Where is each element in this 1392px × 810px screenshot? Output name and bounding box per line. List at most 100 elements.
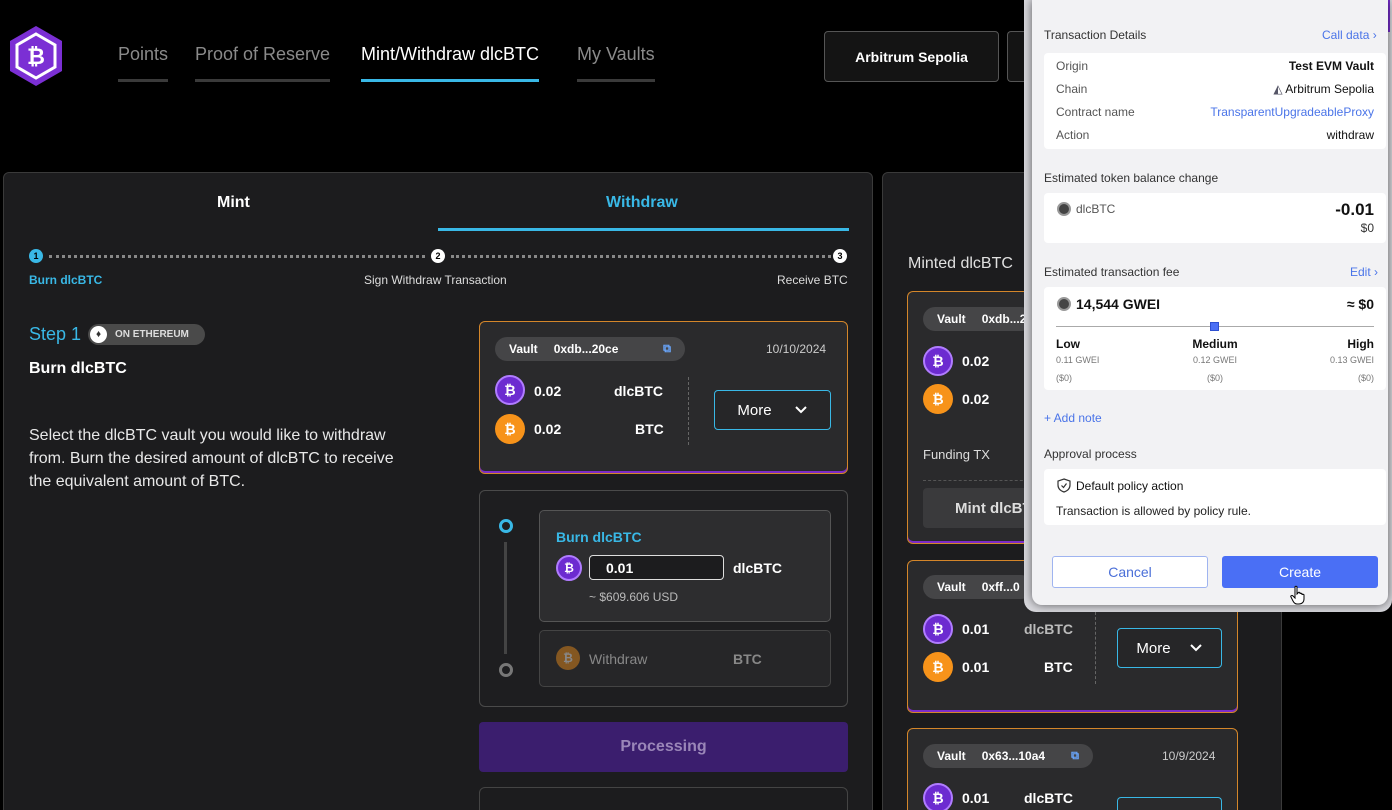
- step-connector: [49, 255, 425, 258]
- chevron-right-icon: ›: [1372, 28, 1377, 42]
- fee-low-usd: ($0): [1056, 373, 1073, 383]
- bitcoin-icon: ₿: [495, 414, 525, 444]
- dlcbtc-coin-icon: [1057, 202, 1071, 216]
- details-title: Transaction Details: [1044, 28, 1147, 42]
- step-3-dot: 3: [833, 249, 847, 263]
- nav-my-vaults[interactable]: My Vaults: [577, 44, 655, 82]
- balance-title: Estimated token balance change: [1044, 171, 1219, 185]
- vault-id-pill: Vault 0x63...10a4 ⧉: [923, 744, 1093, 768]
- detail-label: Action: [1056, 128, 1090, 142]
- tab-withdraw-underline: [438, 228, 849, 231]
- chevron-down-icon: [794, 406, 807, 414]
- gas-icon: [1057, 297, 1071, 311]
- dlcbtc-coin-icon: ₿: [923, 783, 953, 810]
- balance-amount: -0.01: [1335, 200, 1374, 219]
- vault-date: 10/9/2024: [1162, 749, 1216, 763]
- create-button[interactable]: Create: [1222, 556, 1378, 588]
- vault-btc-token: BTC: [635, 421, 664, 437]
- shield-icon: [1057, 478, 1071, 493]
- minted-btc-token: BTC: [1044, 659, 1073, 675]
- burn-amount-input[interactable]: [589, 555, 724, 580]
- approval-title: Approval process: [1044, 447, 1137, 461]
- detail-label: Origin: [1056, 59, 1089, 73]
- tab-mint[interactable]: Mint: [217, 194, 250, 212]
- divider: [923, 480, 1033, 481]
- more-button[interactable]: [1117, 797, 1222, 810]
- dlcbtc-coin-icon: ₿: [923, 346, 953, 376]
- copy-icon[interactable]: ⧉: [663, 343, 671, 356]
- chevron-down-icon: [1189, 644, 1202, 652]
- fee-edit-link[interactable]: Edit ›: [1350, 265, 1378, 279]
- fee-low-gwei: 0.11 GWEI: [1056, 355, 1100, 365]
- balance-token: dlcBTC: [1076, 202, 1116, 216]
- contract-name-link[interactable]: TransparentUpgradeableProxy: [1190, 105, 1374, 119]
- step-3-label: Receive BTC: [777, 273, 848, 287]
- svg-text:₿: ₿: [27, 45, 45, 70]
- chevron-right-icon: ›: [1374, 265, 1379, 279]
- copy-icon[interactable]: ⧉: [1071, 750, 1079, 763]
- minted-dlc-token: dlcBTC: [1024, 790, 1073, 806]
- network-button[interactable]: Arbitrum Sepolia: [824, 31, 999, 82]
- fee-medium-label[interactable]: Medium: [1175, 337, 1255, 351]
- vault-id-pill: Vault 0xdb...2: [923, 307, 1033, 331]
- flow-step-inactive-icon: [499, 663, 513, 677]
- step-connector: [451, 255, 831, 258]
- detail-value: Test EVM Vault: [1288, 59, 1374, 73]
- flow-connector: [504, 542, 507, 654]
- minted-title: Minted dlcBTC: [908, 255, 1013, 272]
- dlcbtc-logo-icon[interactable]: ₿: [4, 24, 68, 88]
- minted-btc-amount: 0.02: [962, 391, 990, 407]
- mint-dlcbtc-button[interactable]: Mint dlcBT: [923, 488, 1033, 528]
- dlcbtc-coin-icon: ₿: [923, 614, 953, 644]
- burn-usd-value: ~ $609.606 USD: [589, 590, 679, 604]
- call-data-link[interactable]: Call data ›: [1322, 28, 1377, 42]
- cancel-button[interactable]: Cancel: [1052, 556, 1208, 588]
- policy-title: Default policy action: [1076, 479, 1184, 493]
- withdraw-label: Withdraw: [589, 651, 648, 667]
- bitcoin-icon: ₿: [923, 652, 953, 682]
- step-1-label: Burn dlcBTC: [29, 273, 103, 287]
- step-description: Select the dlcBTC vault you would like t…: [29, 427, 394, 490]
- detail-label: Chain: [1056, 82, 1088, 96]
- minted-btc-amount: 0.01: [962, 659, 990, 675]
- nav-points[interactable]: Points: [118, 44, 169, 82]
- withdraw-token-label: BTC: [733, 651, 762, 667]
- flow-step-active-icon: [499, 519, 513, 533]
- vault-date: 10/10/2024: [766, 342, 827, 356]
- withdraw-box: [539, 630, 831, 687]
- processing-button[interactable]: Processing: [479, 722, 848, 772]
- fee-high-label[interactable]: High: [1300, 337, 1374, 351]
- nav-mint-withdraw[interactable]: Mint/Withdraw dlcBTC: [361, 44, 540, 82]
- nav-proof-of-reserve[interactable]: Proof of Reserve: [195, 44, 331, 82]
- fee-medium-gwei: 0.12 GWEI: [1192, 355, 1237, 365]
- fee-high-usd: ($0): [1357, 373, 1374, 383]
- vault-id-pill: Vault 0xff...0: [923, 575, 1033, 599]
- step-2-dot: 2: [431, 249, 445, 263]
- tab-withdraw[interactable]: Withdraw: [606, 194, 678, 212]
- vault-divider: [688, 377, 689, 445]
- bitcoin-icon: ₿: [556, 646, 580, 670]
- cursor-hand-icon: [1290, 585, 1305, 605]
- arbitrum-icon: ◭: [1273, 82, 1286, 96]
- fee-title: Estimated transaction fee: [1044, 265, 1180, 279]
- fee-gwei: 14,544 GWEI: [1076, 296, 1161, 312]
- fee-slider-thumb[interactable]: [1210, 322, 1219, 331]
- fee-usd: ≈ $0: [1346, 296, 1374, 312]
- detail-label: Contract name: [1056, 105, 1135, 119]
- loading-box: [479, 787, 848, 810]
- burn-box-title: Burn dlcBTC: [556, 529, 642, 545]
- fee-medium-usd: ($0): [1206, 373, 1223, 383]
- minted-dlc-amount: 0.01: [962, 790, 990, 806]
- more-button[interactable]: More: [1117, 628, 1222, 668]
- more-button[interactable]: More: [714, 390, 831, 430]
- minted-dlc-token: dlcBTC: [1024, 621, 1073, 637]
- step-title: Step 1: [29, 324, 82, 344]
- policy-description: Transaction is allowed by policy rule.: [1056, 504, 1251, 518]
- funding-tx-label: Funding TX: [923, 447, 990, 462]
- detail-value: ◭ Arbitrum Sepolia: [1273, 82, 1374, 96]
- burn-token-label: dlcBTC: [733, 560, 782, 576]
- add-note-link[interactable]: + Add note: [1044, 411, 1102, 425]
- minted-dlc-amount: 0.02: [962, 353, 990, 369]
- dlcbtc-coin-icon: ₿: [495, 375, 525, 405]
- fee-low-label[interactable]: Low: [1056, 337, 1080, 351]
